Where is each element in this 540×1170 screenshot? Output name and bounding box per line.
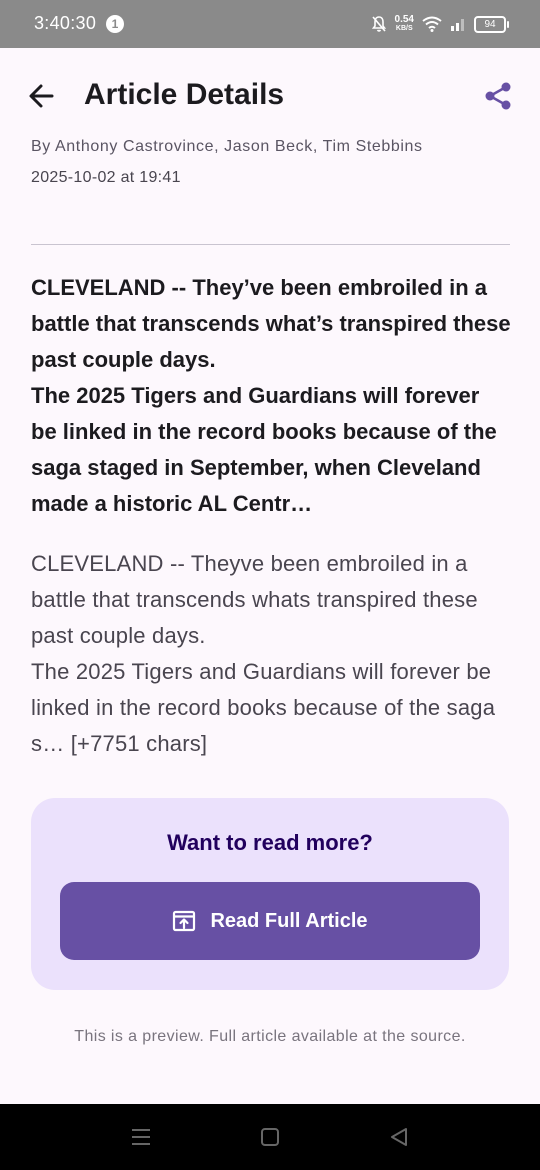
status-time: 3:40:30	[34, 13, 97, 33]
read-more-card: Want to read more? Read Full Article	[31, 798, 509, 990]
back-triangle-icon	[391, 1128, 407, 1146]
menu-icon	[132, 1129, 150, 1145]
signal-icon	[451, 19, 464, 31]
net-speed: 0.54 KB/S	[395, 15, 414, 33]
content-paragraph: The 2025 Tigers and Guardians will forev…	[31, 659, 496, 756]
net-speed-value: 0.54	[394, 14, 414, 25]
status-icons: 0.54 KB/S 94	[371, 12, 509, 36]
net-speed-unit: KB/S	[395, 25, 413, 32]
divider	[31, 244, 510, 245]
page-title: Article Details	[84, 78, 285, 111]
open-in-new-icon	[173, 910, 196, 932]
article-content: CLEVELAND -- Theyve been embroiled in a …	[31, 546, 511, 762]
preview-note: This is a preview. Full article availabl…	[74, 1028, 466, 1045]
summary-paragraph: The 2025 Tigers and Guardians will forev…	[31, 383, 497, 516]
system-nav-bar	[0, 1104, 540, 1170]
home-square-icon	[261, 1128, 279, 1146]
share-button[interactable]	[478, 76, 518, 116]
mute-bell-icon	[371, 16, 386, 32]
read-more-heading: Want to read more?	[167, 830, 373, 855]
notification-badge: 1	[106, 15, 124, 33]
article-summary: CLEVELAND -- They’ve been embroiled in a…	[31, 270, 511, 522]
content-paragraph: CLEVELAND -- Theyve been embroiled in a …	[31, 551, 478, 648]
home-button[interactable]	[257, 1124, 283, 1150]
arrow-back-icon	[29, 84, 54, 108]
status-bar: 3:40:30 1 0.54 KB/S 94	[0, 0, 540, 48]
app-bar: Article Details	[0, 48, 540, 144]
share-icon	[485, 82, 511, 110]
summary-paragraph: CLEVELAND -- They’ve been embroiled in a…	[31, 275, 511, 372]
read-full-article-button[interactable]: Read Full Article	[60, 882, 480, 960]
system-back-button[interactable]	[386, 1124, 412, 1150]
read-full-article-label: Read Full Article	[210, 909, 368, 932]
recent-apps-button[interactable]	[128, 1124, 154, 1150]
article-byline: By Anthony Castrovince, Jason Beck, Tim …	[31, 138, 423, 155]
wifi-icon	[422, 16, 442, 32]
article-date: 2025-10-02 at 19:41	[31, 169, 181, 186]
back-button[interactable]	[22, 76, 62, 116]
battery-indicator: 94	[474, 15, 509, 33]
